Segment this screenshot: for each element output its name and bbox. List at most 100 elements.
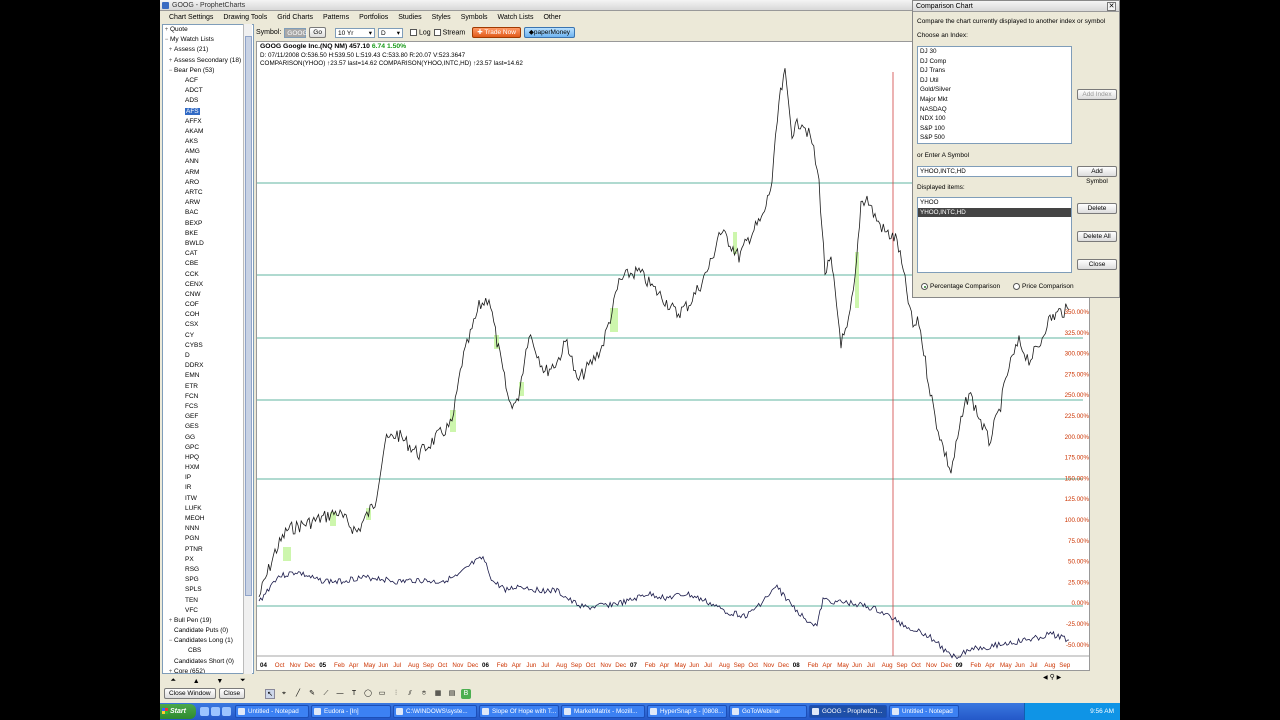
symbol-csx[interactable]: CSX: [163, 320, 253, 330]
symbol-arw[interactable]: ARW: [163, 198, 253, 208]
symbol-rsg[interactable]: RSG: [163, 565, 253, 575]
tree-item-assess-secondary-18[interactable]: + Assess Secondary (18): [163, 56, 253, 66]
dialog-close-button[interactable]: Close: [1077, 259, 1117, 270]
menu-grid-charts[interactable]: Grid Charts: [272, 12, 318, 23]
symbol-spls[interactable]: SPLS: [163, 585, 253, 595]
collapse-icon[interactable]: −: [167, 636, 174, 646]
fibonacci-tool-icon[interactable]: ⫶: [391, 689, 401, 699]
displayed-item[interactable]: YHOO: [918, 198, 1071, 208]
displayed-item[interactable]: YHOO,INTC,HD: [918, 207, 1071, 218]
symbol-px[interactable]: PX: [163, 555, 253, 565]
index-list[interactable]: DJ 30 DJ Comp DJ Trans DJ Util Gold/Silver Ma…: [917, 46, 1072, 144]
crosshair-tool-icon[interactable]: ⌖: [279, 689, 289, 699]
symbol-input[interactable]: YHOO,INTC,HD: [917, 166, 1072, 177]
expand-icon[interactable]: +: [167, 616, 174, 626]
symbol-ads[interactable]: ADS: [163, 96, 253, 106]
line-tool-icon[interactable]: ╱: [293, 689, 303, 699]
symbol-gg[interactable]: GG: [163, 433, 253, 443]
add-symbol-button[interactable]: Add Symbol: [1077, 166, 1117, 185]
symbol-ptnr[interactable]: PTNR: [163, 545, 253, 555]
ray-tool-icon[interactable]: ⟋: [321, 689, 331, 699]
tree-item-quote[interactable]: + Quote: [163, 25, 253, 35]
move-up-icon[interactable]: ▲: [193, 678, 200, 685]
move-down-icon[interactable]: ▼: [216, 678, 223, 685]
symbol-cybs[interactable]: CYBS: [163, 341, 253, 351]
symbol-ir[interactable]: IR: [163, 483, 253, 493]
tree-item-core-652[interactable]: + Core (652): [163, 667, 253, 673]
symbol-afs[interactable]: AFS: [163, 107, 253, 117]
desktop-icon[interactable]: [222, 707, 231, 716]
trade-now-button[interactable]: ✚ Trade Now: [472, 27, 521, 38]
paper-money-button[interactable]: ◆paperMoney: [523, 27, 576, 38]
price-comparison-radio[interactable]: Price Comparison: [1013, 283, 1074, 290]
symbol-vfc[interactable]: VFC: [163, 606, 253, 616]
go-button[interactable]: Go: [309, 27, 326, 38]
taskbar-task[interactable]: Slope Of Hope with T...: [479, 705, 559, 718]
symbol-artc[interactable]: ARTC: [163, 188, 253, 198]
text-tool-icon[interactable]: T: [349, 689, 359, 699]
symbol-lufk[interactable]: LUFK: [163, 504, 253, 514]
tree-item-bear-pen-53[interactable]: − Bear Pen (53): [163, 66, 253, 76]
menu-patterns[interactable]: Patterns: [318, 12, 354, 23]
taskbar-task[interactable]: Untitled - Notepad: [235, 705, 309, 718]
tree-item-candidate-puts-0[interactable]: Candidate Puts (0): [163, 626, 253, 636]
comparison-title[interactable]: Comparison Chart: [913, 1, 1119, 12]
index-item-ndx-100[interactable]: NDX 100: [918, 114, 1071, 124]
taskbar-task[interactable]: Untitled - Notepad: [889, 705, 959, 718]
watchlist-scrollbar[interactable]: [243, 24, 252, 674]
rectangle-tool-icon[interactable]: ▭: [377, 689, 387, 699]
menu-portfolios[interactable]: Portfolios: [354, 12, 393, 23]
taskbar-task[interactable]: HyperSnap 6 - [0808...: [647, 705, 727, 718]
folder-icon[interactable]: [211, 707, 220, 716]
collapse-icon[interactable]: −: [167, 66, 174, 76]
menu-drawing-tools[interactable]: Drawing Tools: [218, 12, 272, 23]
collapse-icon[interactable]: −: [163, 35, 170, 45]
stream-checkbox[interactable]: Stream: [433, 28, 465, 36]
period-select[interactable]: 10 Yr ▾: [334, 27, 375, 38]
symbol-adct[interactable]: ADCT: [163, 86, 253, 96]
symbol-emn[interactable]: EMN: [163, 371, 253, 381]
index-item-major-mkt[interactable]: Major Mkt: [918, 95, 1071, 105]
symbol-cenx[interactable]: CENX: [163, 280, 253, 290]
ie-icon[interactable]: [200, 707, 209, 716]
symbol-fcn[interactable]: FCN: [163, 392, 253, 402]
expand-icon[interactable]: +: [163, 25, 170, 35]
close-window-button[interactable]: Close Window: [164, 688, 216, 699]
camera-icon[interactable]: ⌾: [419, 689, 429, 699]
tree-item-candidates-short-0[interactable]: Candidates Short (0): [163, 657, 253, 667]
add-index-button[interactable]: Add Index: [1077, 89, 1117, 100]
scroll-left-icon[interactable]: ◀: [1043, 675, 1048, 681]
symbol-hpq[interactable]: HPQ: [163, 453, 253, 463]
tree-item-candidates-long-1[interactable]: − Candidates Long (1): [163, 636, 253, 646]
scroll-right-icon[interactable]: ▶: [1057, 675, 1062, 681]
symbol-bexp[interactable]: BEXP: [163, 219, 253, 229]
expand-icon[interactable]: +: [167, 56, 174, 66]
symbol-fcs[interactable]: FCS: [163, 402, 253, 412]
delete-all-button[interactable]: Delete All: [1077, 231, 1117, 242]
symbol-acf[interactable]: ACF: [163, 76, 253, 86]
symbol-d[interactable]: D: [163, 351, 253, 361]
symbol-hxm[interactable]: HXM: [163, 463, 253, 473]
menu-symbols[interactable]: Symbols: [456, 12, 493, 23]
taskbar-task[interactable]: MarketMatrix - Mozill...: [561, 705, 645, 718]
symbol-ann[interactable]: ANN: [163, 157, 253, 167]
taskbar-task[interactable]: GOOG - ProphetCh...: [809, 705, 887, 718]
scrollbar-thumb[interactable]: [245, 36, 252, 596]
bold-tool-icon[interactable]: B: [461, 689, 471, 699]
taskbar-task[interactable]: C:\WINDOWS\syste...: [393, 705, 477, 718]
symbol-cnw[interactable]: CNW: [163, 290, 253, 300]
start-button[interactable]: Start: [160, 704, 196, 719]
expand-icon[interactable]: +: [167, 667, 174, 673]
zoom-icon[interactable]: ⚲: [1050, 674, 1055, 681]
log-checkbox[interactable]: Log: [409, 28, 431, 36]
tree-item-my-watch-lists[interactable]: − My Watch Lists: [163, 35, 253, 45]
delete-button[interactable]: Delete: [1077, 203, 1117, 214]
symbol-aro[interactable]: ARO: [163, 178, 253, 188]
gann-tool-icon[interactable]: ▦: [433, 689, 443, 699]
index-item-nasdaq[interactable]: NASDAQ: [918, 105, 1071, 115]
symbol-gef[interactable]: GEF: [163, 412, 253, 422]
taskbar-task[interactable]: Eudora - [In]: [311, 705, 391, 718]
taskbar-task[interactable]: GoToWebinar: [729, 705, 807, 718]
menu-watch-lists[interactable]: Watch Lists: [493, 12, 539, 23]
menu-styles[interactable]: Styles: [427, 12, 456, 23]
